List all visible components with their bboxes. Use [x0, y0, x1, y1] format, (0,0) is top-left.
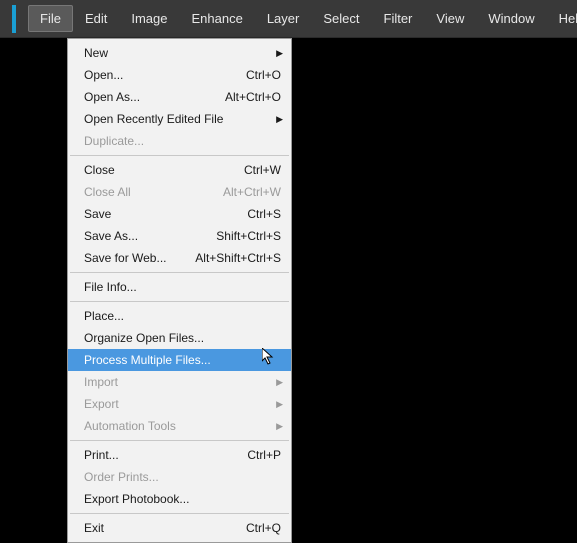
file-dropdown: New▶Open...Ctrl+OOpen As...Alt+Ctrl+OOpe…: [67, 38, 292, 543]
menu-layer[interactable]: Layer: [255, 5, 312, 32]
menu-item-shortcut: Alt+Shift+Ctrl+S: [195, 251, 281, 265]
menubar: File Edit Image Enhance Layer Select Fil…: [0, 0, 577, 38]
menu-edit[interactable]: Edit: [73, 5, 119, 32]
menu-item-save-for-web[interactable]: Save for Web... Alt+Shift+Ctrl+S: [68, 247, 291, 269]
menu-item-exit[interactable]: Exit Ctrl+Q: [68, 517, 291, 539]
menu-item-print[interactable]: Print... Ctrl+P: [68, 444, 291, 466]
menu-item-process-multiple-files[interactable]: Process Multiple Files...: [68, 349, 291, 371]
menu-help[interactable]: Help: [547, 5, 577, 32]
menu-item-open[interactable]: Open... Ctrl+O: [68, 64, 291, 86]
menu-item-organize-open-files[interactable]: Organize Open Files...: [68, 327, 291, 349]
menu-enhance[interactable]: Enhance: [180, 5, 255, 32]
menu-item-label: Order Prints...: [84, 470, 159, 484]
menu-item-shortcut: Shift+Ctrl+S: [216, 229, 281, 243]
submenu-arrow-icon: ▶: [276, 399, 283, 410]
menu-item-label: Export: [84, 397, 119, 411]
menu-item-label: Open Recently Edited File: [84, 112, 223, 126]
app-icon: [12, 5, 16, 33]
menu-separator: [70, 301, 289, 302]
menu-item-automation-tools: Automation Tools ▶: [68, 415, 291, 437]
menu-separator: [70, 155, 289, 156]
menu-item-export-photobook[interactable]: Export Photobook...: [68, 488, 291, 510]
menu-select[interactable]: Select: [311, 5, 371, 32]
menu-item-label: Automation Tools: [84, 419, 176, 433]
menu-item-save-as[interactable]: Save As... Shift+Ctrl+S: [68, 225, 291, 247]
menu-item-save[interactable]: Save Ctrl+S: [68, 203, 291, 225]
menu-item-label: Place...: [84, 309, 124, 323]
menu-item-label: Process Multiple Files...: [84, 353, 211, 367]
menu-item-shortcut: Alt+Ctrl+W: [223, 185, 281, 199]
menu-item-label: Close: [84, 163, 115, 177]
menu-item-label: File Info...: [84, 280, 137, 294]
menu-item-label: Save for Web...: [84, 251, 166, 265]
menu-item-shortcut: Ctrl+S: [247, 207, 281, 221]
menu-item-place[interactable]: Place...: [68, 305, 291, 327]
menu-item-label: Open...: [84, 68, 123, 82]
menu-item-close-all: Close All Alt+Ctrl+W: [68, 181, 291, 203]
menu-item-label: Exit: [84, 521, 104, 535]
menu-item-open-as[interactable]: Open As... Alt+Ctrl+O: [68, 86, 291, 108]
menu-item-label: Open As...: [84, 90, 140, 104]
menu-item-close[interactable]: Close Ctrl+W: [68, 159, 291, 181]
submenu-arrow-icon: ▶: [276, 421, 283, 432]
menu-item-order-prints: Order Prints...: [68, 466, 291, 488]
menu-item-shortcut: Ctrl+Q: [246, 521, 281, 535]
menu-filter[interactable]: Filter: [372, 5, 425, 32]
menu-file[interactable]: File: [28, 5, 73, 32]
menu-window[interactable]: Window: [476, 5, 546, 32]
menu-item-label: Print...: [84, 448, 119, 462]
menu-item-duplicate: Duplicate...: [68, 130, 291, 152]
menu-item-label: Save: [84, 207, 111, 221]
menu-item-label: Export Photobook...: [84, 492, 189, 506]
menu-item-label: Duplicate...: [84, 134, 144, 148]
menu-item-label: New: [84, 46, 108, 60]
submenu-arrow-icon: ▶: [276, 114, 283, 125]
menu-item-label: Save As...: [84, 229, 138, 243]
menu-separator: [70, 513, 289, 514]
menu-item-shortcut: Alt+Ctrl+O: [225, 90, 281, 104]
menu-item-shortcut: Ctrl+P: [247, 448, 281, 462]
menu-view[interactable]: View: [424, 5, 476, 32]
submenu-arrow-icon: ▶: [276, 377, 283, 388]
menu-image[interactable]: Image: [119, 5, 179, 32]
menu-item-shortcut: Ctrl+O: [246, 68, 281, 82]
menu-item-export: Export ▶: [68, 393, 291, 415]
menu-item-shortcut: Ctrl+W: [244, 163, 281, 177]
menu-item-label: Import: [84, 375, 118, 389]
menu-item-label: Organize Open Files...: [84, 331, 204, 345]
menu-item-label: Close All: [84, 185, 131, 199]
menu-separator: [70, 440, 289, 441]
menu-separator: [70, 272, 289, 273]
menu-item-open-recently-edited-file[interactable]: Open Recently Edited File ▶: [68, 108, 291, 130]
submenu-arrow-icon: ▶: [276, 48, 283, 59]
menu-item-new[interactable]: New ▶: [68, 42, 291, 64]
menu-item-file-info[interactable]: File Info...: [68, 276, 291, 298]
menu-item-import: Import ▶: [68, 371, 291, 393]
